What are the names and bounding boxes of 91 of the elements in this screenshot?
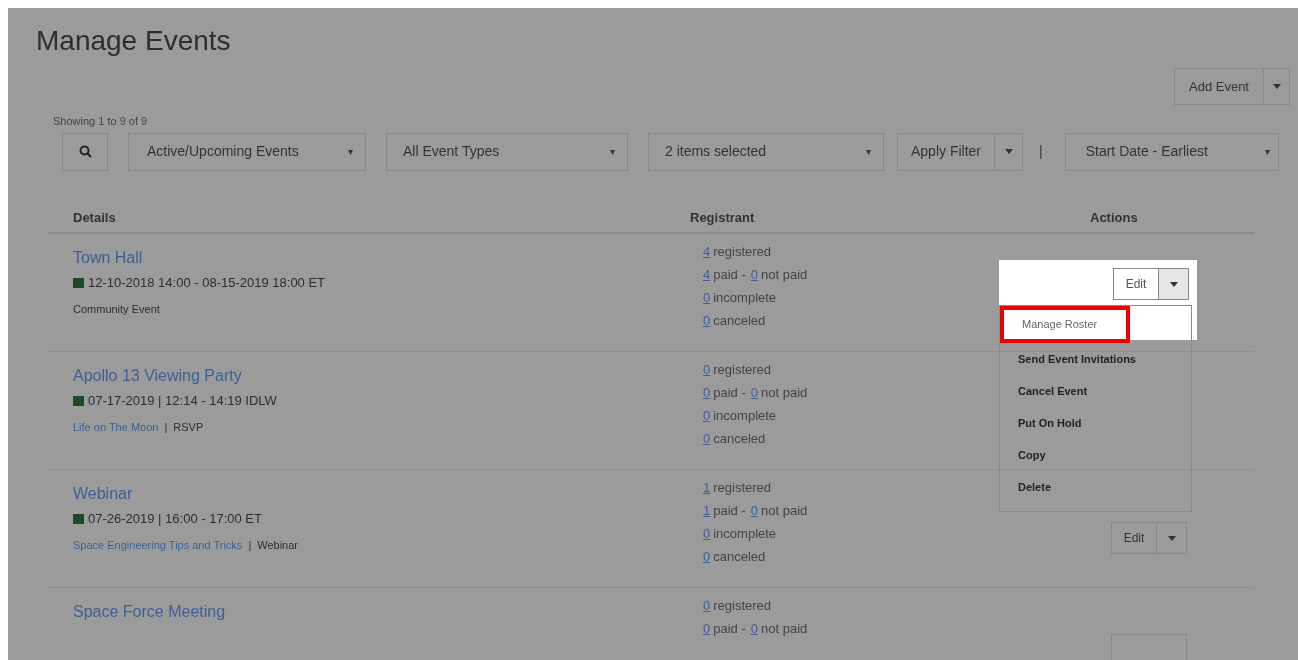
add-event-button[interactable]: Add Event — [1174, 68, 1264, 105]
count-label: registered — [713, 361, 772, 379]
separator: | — [248, 537, 252, 553]
dropdown-toggle[interactable] — [1159, 268, 1189, 300]
filter-select[interactable]: All Event Types ▾ — [386, 132, 628, 171]
calendar-icon — [73, 513, 84, 525]
count-label: not paid — [761, 266, 808, 284]
count-label: incomplete — [713, 525, 777, 543]
count-link[interactable]: 0 — [703, 522, 711, 545]
event-type: RSVP — [173, 419, 204, 435]
count-link[interactable]: 0 — [703, 381, 711, 404]
select-value: Start Date - Earliest — [1085, 142, 1208, 161]
event-type: Webinar — [257, 537, 298, 553]
separator: | — [1039, 142, 1043, 161]
select-value: All Event Types — [403, 142, 500, 161]
count-link[interactable]: 0 — [703, 309, 711, 332]
menu-item[interactable]: Cancel Event — [1000, 375, 1191, 407]
search-button[interactable] — [62, 132, 108, 171]
count-label: not paid — [761, 384, 808, 402]
event-title-link[interactable]: Town Hall — [73, 246, 143, 270]
count-label: registered — [713, 597, 772, 615]
caret-icon: ▾ — [610, 144, 615, 159]
sort-select[interactable]: Start Date - Earliest ▾ — [1064, 132, 1279, 171]
event-title-link[interactable]: Apollo 13 Viewing Party — [73, 364, 242, 388]
dropdown-toggle[interactable] — [1157, 522, 1187, 554]
filter-select[interactable]: Active/Upcoming Events ▾ — [128, 132, 366, 171]
count-link[interactable]: 0 — [703, 358, 711, 381]
count-link[interactable]: 0 — [750, 617, 758, 640]
count-label: paid - — [713, 620, 746, 638]
count-label: canceled — [713, 312, 766, 330]
count-label: paid - — [713, 384, 746, 402]
menu-item[interactable]: Delete — [1000, 471, 1191, 503]
event-date: 07-26-2019 | 16:00 - 17:00 ET — [88, 510, 262, 528]
count-label: incomplete — [713, 407, 777, 425]
count-label: incomplete — [713, 289, 777, 307]
count-label: paid - — [713, 502, 746, 520]
count-label: not paid — [761, 620, 808, 638]
event-date: 07-17-2019 | 12:14 - 14:19 IDLW — [88, 392, 277, 410]
caret-icon — [1169, 281, 1178, 287]
count-link[interactable]: 0 — [750, 381, 758, 404]
caret-icon: ▾ — [1264, 144, 1270, 159]
count-link[interactable]: 0 — [750, 263, 758, 286]
count-label: not paid — [761, 502, 808, 520]
separator: | — [164, 419, 168, 435]
menu-item[interactable]: Copy — [1000, 439, 1191, 471]
count-link[interactable]: 1 — [703, 476, 711, 499]
count-label: canceled — [713, 548, 766, 566]
menu-item[interactable]: Put On Hold — [1000, 407, 1191, 439]
menu-item[interactable]: Manage Roster — [1000, 306, 1130, 343]
select-value: Active/Upcoming Events — [147, 142, 299, 161]
dropdown-toggle[interactable] — [995, 132, 1024, 171]
caret-icon — [1272, 84, 1281, 89]
event-type: Community Event — [73, 301, 160, 317]
caret-icon — [1167, 535, 1176, 541]
page-title: Manage Events — [36, 24, 231, 58]
dropdown-toggle[interactable] — [1264, 68, 1290, 105]
search-icon — [78, 145, 92, 158]
count-link[interactable]: 4 — [703, 263, 711, 286]
caret-icon: ▾ — [866, 144, 871, 159]
count-link[interactable]: 0 — [703, 404, 711, 427]
count-label: registered — [713, 243, 772, 261]
count-link[interactable]: 0 — [703, 617, 711, 640]
event-title-link[interactable]: Webinar — [73, 482, 133, 506]
count-link[interactable]: 0 — [750, 499, 758, 522]
count-label: registered — [713, 479, 772, 497]
count-link[interactable]: 0 — [703, 427, 711, 450]
caret-icon — [1004, 149, 1013, 154]
event-date: 12-10-2018 14:00 - 08-15-2019 18:00 ET — [88, 274, 326, 292]
select-value: 2 items selected — [665, 142, 767, 161]
count-link[interactable]: 0 — [703, 545, 711, 568]
count-label: paid - — [713, 266, 746, 284]
count-link[interactable]: 4 — [703, 240, 711, 263]
column-header: Registrant — [689, 208, 756, 227]
column-header: Actions — [1089, 208, 1138, 227]
count-link[interactable]: 0 — [703, 594, 711, 617]
count-link[interactable]: 0 — [703, 286, 711, 309]
menu-item[interactable]: Send Event Invitations — [1000, 343, 1191, 375]
filter-select[interactable]: 2 items selected ▾ — [648, 132, 884, 171]
edit-button[interactable]: Edit — [1111, 522, 1157, 554]
calendar-icon — [73, 277, 84, 289]
category-link[interactable]: Life on The Moon — [73, 418, 159, 435]
apply-filter-button[interactable]: Apply Filter — [897, 132, 996, 171]
caret-icon: ▾ — [348, 144, 353, 159]
count-link[interactable]: 1 — [703, 499, 711, 522]
category-link[interactable]: Space Engineering Tips and Tricks — [73, 536, 243, 553]
calendar-icon — [73, 395, 84, 407]
event-title-link[interactable]: Space Force Meeting — [73, 600, 226, 624]
edit-button[interactable]: Edit — [1113, 268, 1159, 300]
count-label: canceled — [713, 430, 766, 448]
column-header: Details — [72, 208, 117, 227]
result-count: Showing 1 to 9 of 9 — [53, 114, 149, 129]
